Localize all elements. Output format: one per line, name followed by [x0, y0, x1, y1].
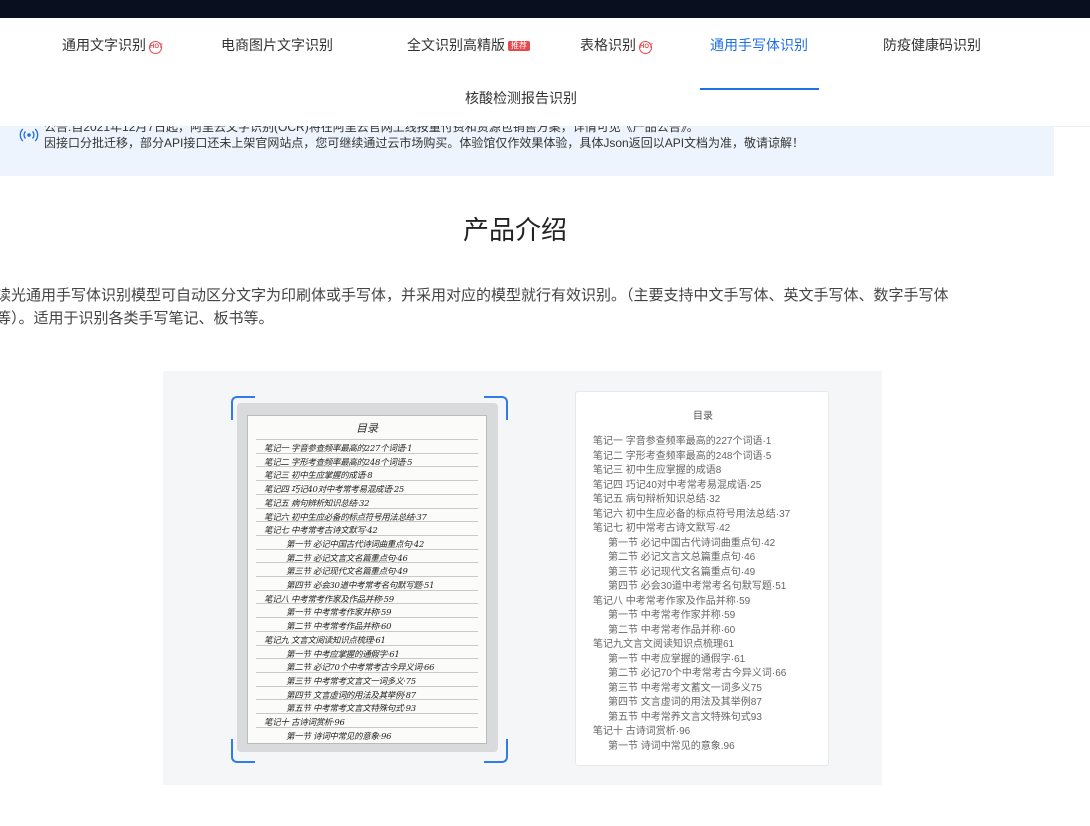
result-line: 笔记一 字音参查频率最高的227个词语·1	[593, 436, 772, 447]
ruled-line	[256, 466, 478, 468]
result-line: 笔记六 初中生应必备的标点符号用法总结·37	[593, 508, 791, 520]
hot-badge-icon: HOT	[639, 41, 653, 54]
product-tabs: 通用文字识别 HOT 电商图片文字识别 全文识别高精版 推荐 表格识别 HOT 通用手…	[0, 18, 1090, 127]
tab-fulltext-ocr[interactable]: 全文识别高精版 推荐	[407, 35, 530, 55]
result-line: 第一节 中考常考作家并称·59	[608, 610, 736, 621]
result-line: 笔记七 初中常考古诗文默写·42	[593, 523, 731, 534]
ruled-line	[256, 439, 478, 440]
result-line: 第三节 中考常考文蓄文一词多义75	[608, 682, 762, 694]
tab-table-ocr[interactable]: 表格识别 HOT	[580, 35, 653, 55]
hot-badge-icon: HOT	[149, 41, 163, 54]
description-line: 读光通用手写体识别模型可自动区分文字为印刷体或手写体，并采用对应的模型就行有效识…	[0, 287, 949, 304]
tab-label: 核酸检测报告识别	[465, 90, 577, 106]
ruled-line	[256, 630, 478, 632]
tab-label: 防疫健康码识别	[883, 37, 981, 53]
ruled-line	[256, 699, 478, 701]
handwritten-line: 第一节 诗词中常见的意象·96	[286, 731, 392, 742]
ruled-line	[256, 713, 478, 714]
scan-corner-icon	[231, 396, 255, 420]
ruled-line	[256, 521, 478, 523]
tab-ecommerce-ocr[interactable]: 电商图片文字识别	[221, 35, 333, 55]
ruled-line	[256, 562, 478, 564]
result-line: 第四节 必会30道中考常考名句默写题·51	[608, 581, 787, 592]
result-line: 笔记十 古诗词赏析·96	[593, 726, 691, 737]
handwritten-sample-image: 目录 笔记一 字音参查频率最高的227个词语·1 笔记二 字形考查频率最高的248…	[247, 415, 487, 744]
recognition-result-panel: 目录 笔记一 字音参查频率最高的227个词语·1 笔记二 字形考查频率最高的248…	[575, 391, 829, 766]
scan-corner-icon	[231, 739, 255, 763]
ruled-line	[256, 493, 478, 495]
result-line: 笔记三 初中生应掌握的成语8	[593, 465, 722, 476]
result-line: 笔记五 病句辩析知识总结·32	[593, 494, 721, 505]
result-title: 目录	[693, 411, 713, 422]
section-title: 产品介绍	[462, 215, 567, 245]
ruled-line	[256, 644, 478, 646]
tab-health-code-ocr[interactable]: 防疫健康码识别	[883, 35, 981, 55]
result-line: 第二节 中考常考作品并称·60	[608, 624, 736, 636]
result-line: 第五节 中考常养文言文特殊句式93	[608, 711, 762, 723]
ruled-line	[256, 685, 478, 687]
ruled-line	[256, 534, 478, 536]
broadcast-icon	[19, 128, 39, 142]
result-line: 第三节 必记现代文名篇重点句·49	[608, 566, 756, 578]
active-tab-underline	[700, 88, 819, 90]
ruled-line	[256, 603, 478, 605]
tab-label: 全文识别高精版	[407, 37, 505, 53]
product-description: 读光通用手写体识别模型可自动区分文字为印刷体或手写体，并采用对应的模型就行有效识…	[0, 284, 1066, 330]
ruled-line	[256, 507, 478, 509]
ruled-line	[256, 452, 478, 454]
scan-corner-icon	[484, 739, 508, 763]
tab-label: 表格识别	[580, 37, 636, 53]
result-line: 第四节 文言虚词的用法及其举例87	[608, 697, 762, 708]
tab-general-ocr[interactable]: 通用文字识别 HOT	[62, 35, 163, 55]
announcement-banner: 公告:自2021年12月7日起，阿里云文字识别(OCR)将在阿里云官网上线按量付…	[0, 126, 1054, 176]
ruled-line	[256, 617, 478, 619]
tab-label: 通用文字识别	[62, 37, 146, 53]
ruled-line	[256, 671, 478, 673]
ruled-line	[256, 548, 478, 550]
announcement-text: 公告:自2021年12月7日起，阿里云文字识别(OCR)将在阿里云官网上线按量付…	[44, 126, 699, 134]
handwritten-title: 目录	[356, 422, 378, 435]
result-line: 笔记九文言文阅读知识点梳理61	[593, 639, 735, 650]
ruled-line	[256, 726, 478, 728]
tab-label: 电商图片文字识别	[221, 37, 333, 53]
ruled-line	[256, 658, 478, 660]
description-line: 等）。适用于识别各类手写笔记、板书等。	[0, 310, 274, 327]
ruled-line	[256, 480, 478, 482]
result-line: 第一节 必记中国古代诗词曲重点句·42	[608, 537, 776, 549]
ruled-line	[256, 589, 478, 591]
top-bar	[0, 0, 1090, 18]
tab-handwriting-ocr[interactable]: 通用手写体识别	[710, 35, 808, 55]
result-line: 第一节 诗词中常见的意象.96	[608, 740, 735, 752]
ruled-line	[256, 576, 478, 577]
result-line: 第二节 必记文言文总篇重点句·46	[608, 552, 756, 563]
result-line: 第二节 必记70个中考常考古今异义词·66	[608, 668, 787, 679]
result-line: 第一节 中考应掌握的通假字·61	[608, 653, 746, 665]
tab-label: 通用手写体识别	[710, 37, 808, 53]
result-line: 笔记二 字形考查频率最高的248个词语·5	[593, 450, 772, 462]
result-line: 笔记四 巧记40对中考常考易混成语·25	[593, 479, 762, 491]
scan-corner-icon	[484, 396, 508, 420]
result-line: 笔记八 中考常考作家及作品并称·59	[593, 595, 751, 607]
tab-nucleic-report-ocr[interactable]: 核酸检测报告识别	[465, 88, 577, 108]
recommend-badge: 推荐	[508, 41, 530, 51]
announcement-text: 因接口分批迁移，部分API接口还未上架官网站点，您可继续通过云市场购买。体验馆仅…	[44, 136, 805, 150]
